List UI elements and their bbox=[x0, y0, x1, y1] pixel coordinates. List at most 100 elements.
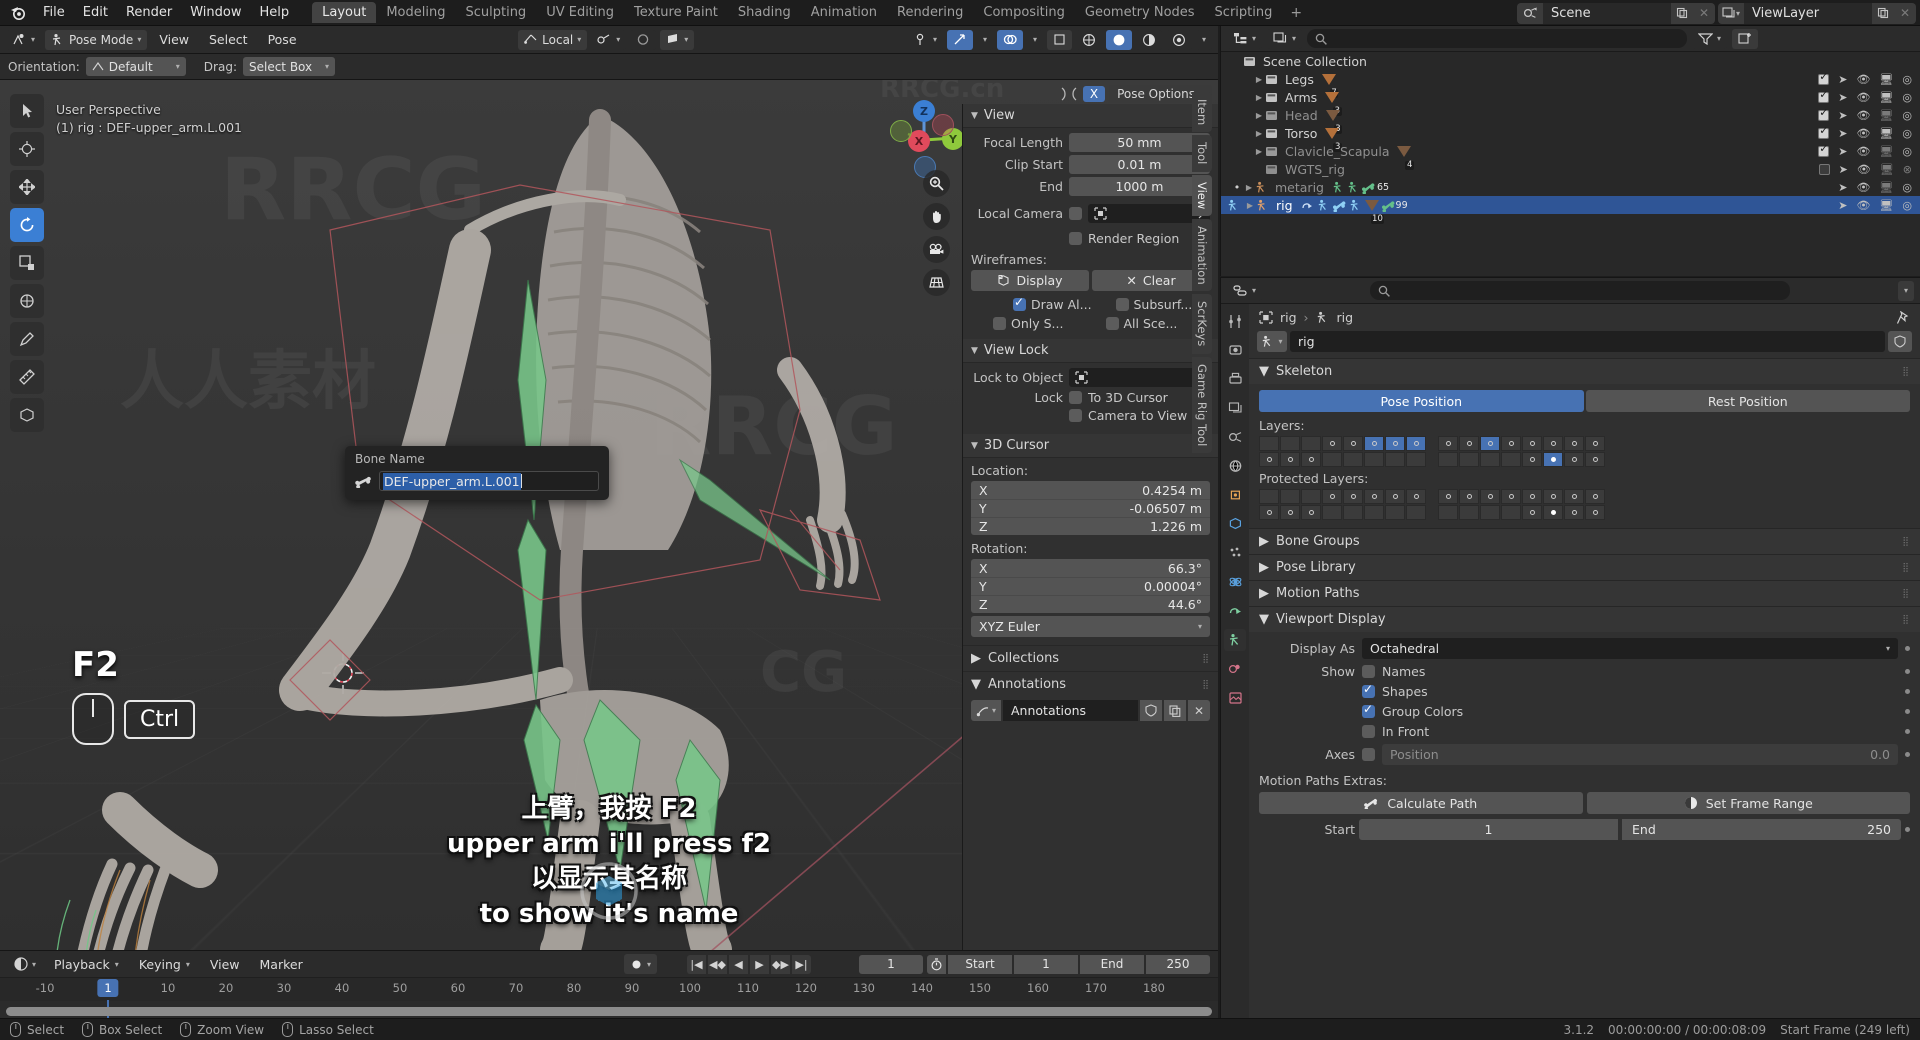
workspace-tab-modeling[interactable]: Modeling bbox=[376, 2, 455, 23]
viewport-menu-pose[interactable]: Pose bbox=[260, 32, 305, 47]
layer-cell[interactable] bbox=[1585, 489, 1605, 504]
layer-cell[interactable] bbox=[1522, 436, 1542, 451]
timeline-menu-marker[interactable]: Marker bbox=[252, 957, 311, 972]
outliner-row-legs[interactable]: ▶ Legs 7 ➤ 👁 🖥 ◎ bbox=[1221, 70, 1920, 98]
workspace-tab-compositing[interactable]: Compositing bbox=[973, 2, 1075, 23]
monitor-icon[interactable]: 🖥 bbox=[1879, 109, 1893, 122]
breadcrumb-object[interactable]: rig bbox=[1280, 310, 1297, 325]
layer-cell[interactable] bbox=[1564, 489, 1584, 504]
layer-cell[interactable] bbox=[1280, 489, 1300, 504]
tab-view-layer[interactable] bbox=[1224, 397, 1246, 419]
mp-start-value[interactable]: 1 bbox=[1359, 819, 1618, 840]
layer-cell[interactable] bbox=[1480, 489, 1500, 504]
cursor-select-icon[interactable]: ➤ bbox=[1838, 181, 1847, 194]
camera-render-icon[interactable]: ◎ bbox=[1902, 181, 1912, 194]
layer-cell[interactable] bbox=[1585, 505, 1605, 520]
outliner-display-mode-selector[interactable]: ▾ bbox=[1227, 28, 1263, 49]
axes-checkbox[interactable] bbox=[1362, 748, 1375, 761]
animate-property-dot[interactable] bbox=[1905, 752, 1910, 757]
menu-window[interactable]: Window bbox=[181, 3, 250, 22]
camera-icon[interactable] bbox=[923, 236, 950, 263]
layer-cell[interactable] bbox=[1280, 505, 1300, 520]
outliner-filter-viewlayer-icon[interactable]: ▾ bbox=[1267, 28, 1303, 49]
proportional-edit-icon[interactable] bbox=[630, 29, 657, 50]
layer-cell[interactable] bbox=[1301, 505, 1321, 520]
names-checkbox[interactable] bbox=[1362, 665, 1375, 678]
tool-move-icon[interactable] bbox=[10, 170, 44, 204]
eye-icon[interactable]: 👁 bbox=[1856, 199, 1870, 212]
workspace-tab-scripting[interactable]: Scripting bbox=[1205, 2, 1283, 23]
layer-cell[interactable] bbox=[1522, 452, 1542, 467]
cursor-rot-y[interactable]: Y 0.00004° bbox=[971, 577, 1210, 595]
expand-arrow-icon[interactable]: ▶ bbox=[1253, 75, 1265, 84]
properties-search-input[interactable] bbox=[1370, 281, 1790, 300]
grid-perspective-icon[interactable] bbox=[923, 269, 950, 296]
tab-modifiers[interactable] bbox=[1224, 513, 1246, 535]
eye-icon[interactable]: 👁 bbox=[1856, 127, 1870, 140]
menu-render[interactable]: Render bbox=[117, 3, 181, 22]
layer-cell[interactable] bbox=[1522, 505, 1542, 520]
workspace-tab-rendering[interactable]: Rendering bbox=[887, 2, 973, 23]
checkbox-exclude[interactable] bbox=[1818, 163, 1830, 175]
pan-hand-icon[interactable] bbox=[923, 203, 950, 230]
camera-render-icon[interactable]: ◎ bbox=[1902, 73, 1912, 86]
camera-render-icon[interactable]: ◎ bbox=[1902, 91, 1912, 104]
to-3d-cursor-checkbox[interactable] bbox=[1069, 391, 1082, 404]
layer-cell[interactable] bbox=[1459, 452, 1479, 467]
tab-object[interactable] bbox=[1224, 484, 1246, 506]
tab-world[interactable] bbox=[1224, 455, 1246, 477]
next-keyframe-button[interactable]: ◆▶ bbox=[771, 954, 790, 974]
tool-tweak-icon[interactable] bbox=[10, 94, 44, 128]
rest-position-button[interactable]: Rest Position bbox=[1585, 390, 1910, 412]
bone-name-popup[interactable]: Bone Name DEF-upper_arm.L.001 bbox=[345, 446, 609, 500]
layer-cell[interactable] bbox=[1459, 436, 1479, 451]
navigation-gizmo[interactable]: Z X Y bbox=[884, 98, 966, 180]
monitor-icon[interactable]: 🖥 bbox=[1879, 73, 1893, 86]
timeline-playhead[interactable]: 1 bbox=[97, 979, 119, 997]
tool-annotate-icon[interactable] bbox=[10, 322, 44, 356]
drag-dropdown[interactable]: Select Box ▾ bbox=[242, 57, 335, 76]
tool-scale-icon[interactable] bbox=[10, 246, 44, 280]
viewlayer-name[interactable]: ViewLayer bbox=[1744, 2, 1872, 24]
outliner-row-scene-collection[interactable]: Scene Collection bbox=[1221, 52, 1920, 70]
expand-arrow-icon[interactable]: ▶ bbox=[1243, 183, 1255, 192]
layer-cell[interactable] bbox=[1322, 436, 1342, 451]
timeline-menu-view[interactable]: View bbox=[202, 957, 248, 972]
layer-cell[interactable] bbox=[1364, 489, 1384, 504]
menu-edit[interactable]: Edit bbox=[74, 3, 117, 22]
layer-cell[interactable] bbox=[1364, 452, 1384, 467]
mp-end-field[interactable]: End 250 bbox=[1622, 819, 1901, 840]
layer-cell[interactable] bbox=[1522, 489, 1542, 504]
layer-cell[interactable] bbox=[1301, 452, 1321, 467]
layer-cell[interactable] bbox=[1259, 452, 1279, 467]
layer-cell[interactable] bbox=[1385, 489, 1405, 504]
layer-cell[interactable] bbox=[1459, 505, 1479, 520]
layer-cell[interactable] bbox=[1406, 436, 1426, 451]
remove-viewlayer-button[interactable]: ✕ bbox=[1894, 2, 1916, 24]
tool-transform-icon[interactable] bbox=[10, 284, 44, 318]
cursor-select-icon[interactable]: ➤ bbox=[1838, 73, 1847, 86]
overlays-dropdown[interactable]: ▾ bbox=[1026, 29, 1043, 50]
layer-cell[interactable] bbox=[1564, 505, 1584, 520]
monitor-icon[interactable]: 🖥 bbox=[1879, 199, 1893, 212]
lock-to-object-field[interactable] bbox=[1069, 368, 1210, 387]
expand-arrow-icon[interactable]: ▶ bbox=[1253, 147, 1265, 156]
layer-cell[interactable] bbox=[1301, 489, 1321, 504]
armature-name-field[interactable]: rig bbox=[1290, 331, 1885, 352]
calculate-path-button[interactable]: Calculate Path bbox=[1259, 792, 1583, 814]
pose-position-button[interactable]: Pose Position bbox=[1259, 390, 1584, 412]
expand-arrow-icon[interactable]: ▶ bbox=[1253, 93, 1265, 102]
group-colors-checkbox[interactable] bbox=[1362, 702, 1375, 718]
tab-physics[interactable] bbox=[1224, 571, 1246, 593]
layer-cell[interactable] bbox=[1343, 436, 1363, 451]
checkbox-exclude[interactable] bbox=[1818, 142, 1830, 157]
layer-cell[interactable] bbox=[1438, 452, 1458, 467]
cursor-select-icon[interactable]: ➤ bbox=[1839, 163, 1848, 176]
properties-editor-type-icon[interactable]: ▾ bbox=[1227, 280, 1263, 301]
menu-file[interactable]: File bbox=[34, 3, 74, 22]
close-icon[interactable]: ✕ bbox=[1188, 700, 1210, 721]
duplicate-icon[interactable] bbox=[1164, 700, 1186, 721]
layer-cell[interactable] bbox=[1438, 505, 1458, 520]
layer-cell[interactable] bbox=[1406, 452, 1426, 467]
shading-dropdown[interactable]: ▾ bbox=[1196, 29, 1213, 50]
